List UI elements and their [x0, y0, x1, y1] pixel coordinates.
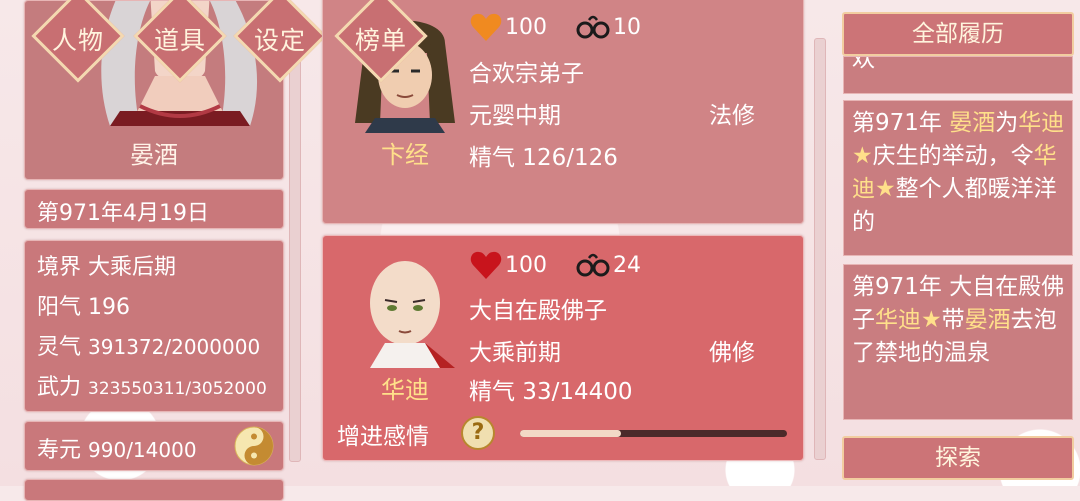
- entry-year: 第971年: [852, 110, 942, 136]
- date-display: 第971年4月19日: [24, 189, 284, 229]
- affection-value: 100: [505, 252, 547, 278]
- bond-value: 10: [613, 14, 641, 40]
- character-realm: 大乘前期: [469, 340, 561, 366]
- character-essence: 精气 33/14400: [469, 379, 633, 405]
- player-name: 晏酒: [130, 141, 178, 169]
- affection-progress-bar: [520, 430, 787, 437]
- spirit-stat: 灵气 391372/2000000: [37, 329, 260, 361]
- entry-text: 为: [995, 110, 1019, 136]
- character-card-huadi[interactable]: 华迪 100 24 大自在殿佛子 大乘前期 佛修 精气 33/14400 增进感…: [322, 235, 804, 461]
- entry-name: 晏酒: [949, 110, 996, 136]
- explore-button[interactable]: 探索: [842, 436, 1074, 480]
- force-stat: 武力 323550311/3052000: [37, 369, 267, 401]
- lifespan-panel: 寿元 990/14000: [24, 421, 284, 471]
- yang-value: 196: [88, 295, 131, 320]
- lifespan-value: 990/14000: [88, 438, 197, 462]
- lifespan-stat: 寿元 990/14000: [37, 432, 197, 464]
- entry-name: 华迪★: [875, 307, 942, 333]
- character-essence: 精气 126/126: [469, 145, 618, 171]
- player-stats-panel: 境界 大乘后期 阳气 196 灵气 391372/2000000 武力 3235…: [24, 240, 284, 412]
- character-affection-row: 100 24: [469, 248, 641, 282]
- history-entry-text: 第971年 晏酒为华迪★庆生的举动，令华迪★整个人都暖洋洋的: [852, 107, 1066, 239]
- handcuffs-icon: [576, 253, 610, 277]
- heart-icon: [470, 251, 502, 279]
- menu-settings-button[interactable]: 设定: [233, 0, 327, 83]
- history-entry: 第971年 大自在殿佛子华迪★带晏酒去泡了禁地的温泉: [843, 264, 1073, 420]
- character-realm: 元婴中期: [469, 103, 561, 129]
- handcuffs-icon: [576, 15, 610, 39]
- realm-label: 境界: [37, 255, 82, 280]
- realm-value: 大乘后期: [88, 255, 177, 280]
- left-scrollbar[interactable]: [289, 20, 301, 462]
- character-type: 法修: [709, 103, 755, 129]
- character-name: 卞经: [381, 141, 429, 169]
- history-entry-text: 第971年 大自在殿佛子华迪★带晏酒去泡了禁地的温泉: [852, 271, 1066, 370]
- heart-icon: [470, 13, 502, 42]
- menu-character-button[interactable]: 人物: [31, 0, 125, 83]
- yang-label: 阳气: [37, 295, 82, 320]
- lifespan-label: 寿元: [37, 438, 82, 463]
- history-entry-partial: 欢: [843, 56, 1073, 94]
- character-type: 佛修: [709, 340, 755, 366]
- character-affection-row: 100 10: [469, 10, 641, 44]
- date-text: 第971年4月19日: [37, 201, 209, 226]
- menu-items-label: 道具: [153, 26, 206, 55]
- entry-name: 晏酒: [964, 307, 1011, 333]
- character-sect: 大自在殿佛子: [469, 298, 607, 324]
- spirit-value: 391372/2000000: [88, 335, 261, 359]
- affection-value: 100: [505, 14, 547, 40]
- character-sect: 合欢宗弟子: [469, 61, 584, 87]
- avatar-huadi: [370, 261, 455, 368]
- yang-stat: 阳气 196: [37, 289, 130, 321]
- menu-settings-label: 设定: [253, 26, 306, 55]
- left-panel-overflow: [24, 479, 284, 501]
- help-button[interactable]: ?: [461, 416, 495, 450]
- menu-character-label: 人物: [51, 26, 104, 55]
- bond-value: 24: [613, 252, 641, 278]
- entry-text: 带: [941, 307, 965, 333]
- spirit-label: 灵气: [37, 335, 82, 360]
- affection-progress-fill: [520, 430, 622, 437]
- menu-ranking-label: 榜单: [354, 26, 407, 55]
- all-history-button[interactable]: 全部履历: [842, 12, 1074, 56]
- center-scrollbar[interactable]: [814, 38, 826, 460]
- menu-items-button[interactable]: 道具: [133, 0, 227, 83]
- force-value: 323550311/3052000: [88, 379, 267, 399]
- history-partial-text: 欢: [852, 56, 875, 72]
- character-name: 华迪: [381, 376, 429, 404]
- entry-text: 庆生的举动，令: [872, 143, 1034, 169]
- yin-yang-icon[interactable]: [234, 426, 274, 466]
- increase-affection-label[interactable]: 增进感情: [337, 417, 429, 451]
- realm-stat: 境界 大乘后期: [37, 249, 176, 281]
- force-label: 武力: [37, 375, 82, 400]
- history-entry: 第971年 晏酒为华迪★庆生的举动，令华迪★整个人都暖洋洋的: [843, 100, 1073, 256]
- menu-ranking-button[interactable]: 榜单: [334, 0, 428, 83]
